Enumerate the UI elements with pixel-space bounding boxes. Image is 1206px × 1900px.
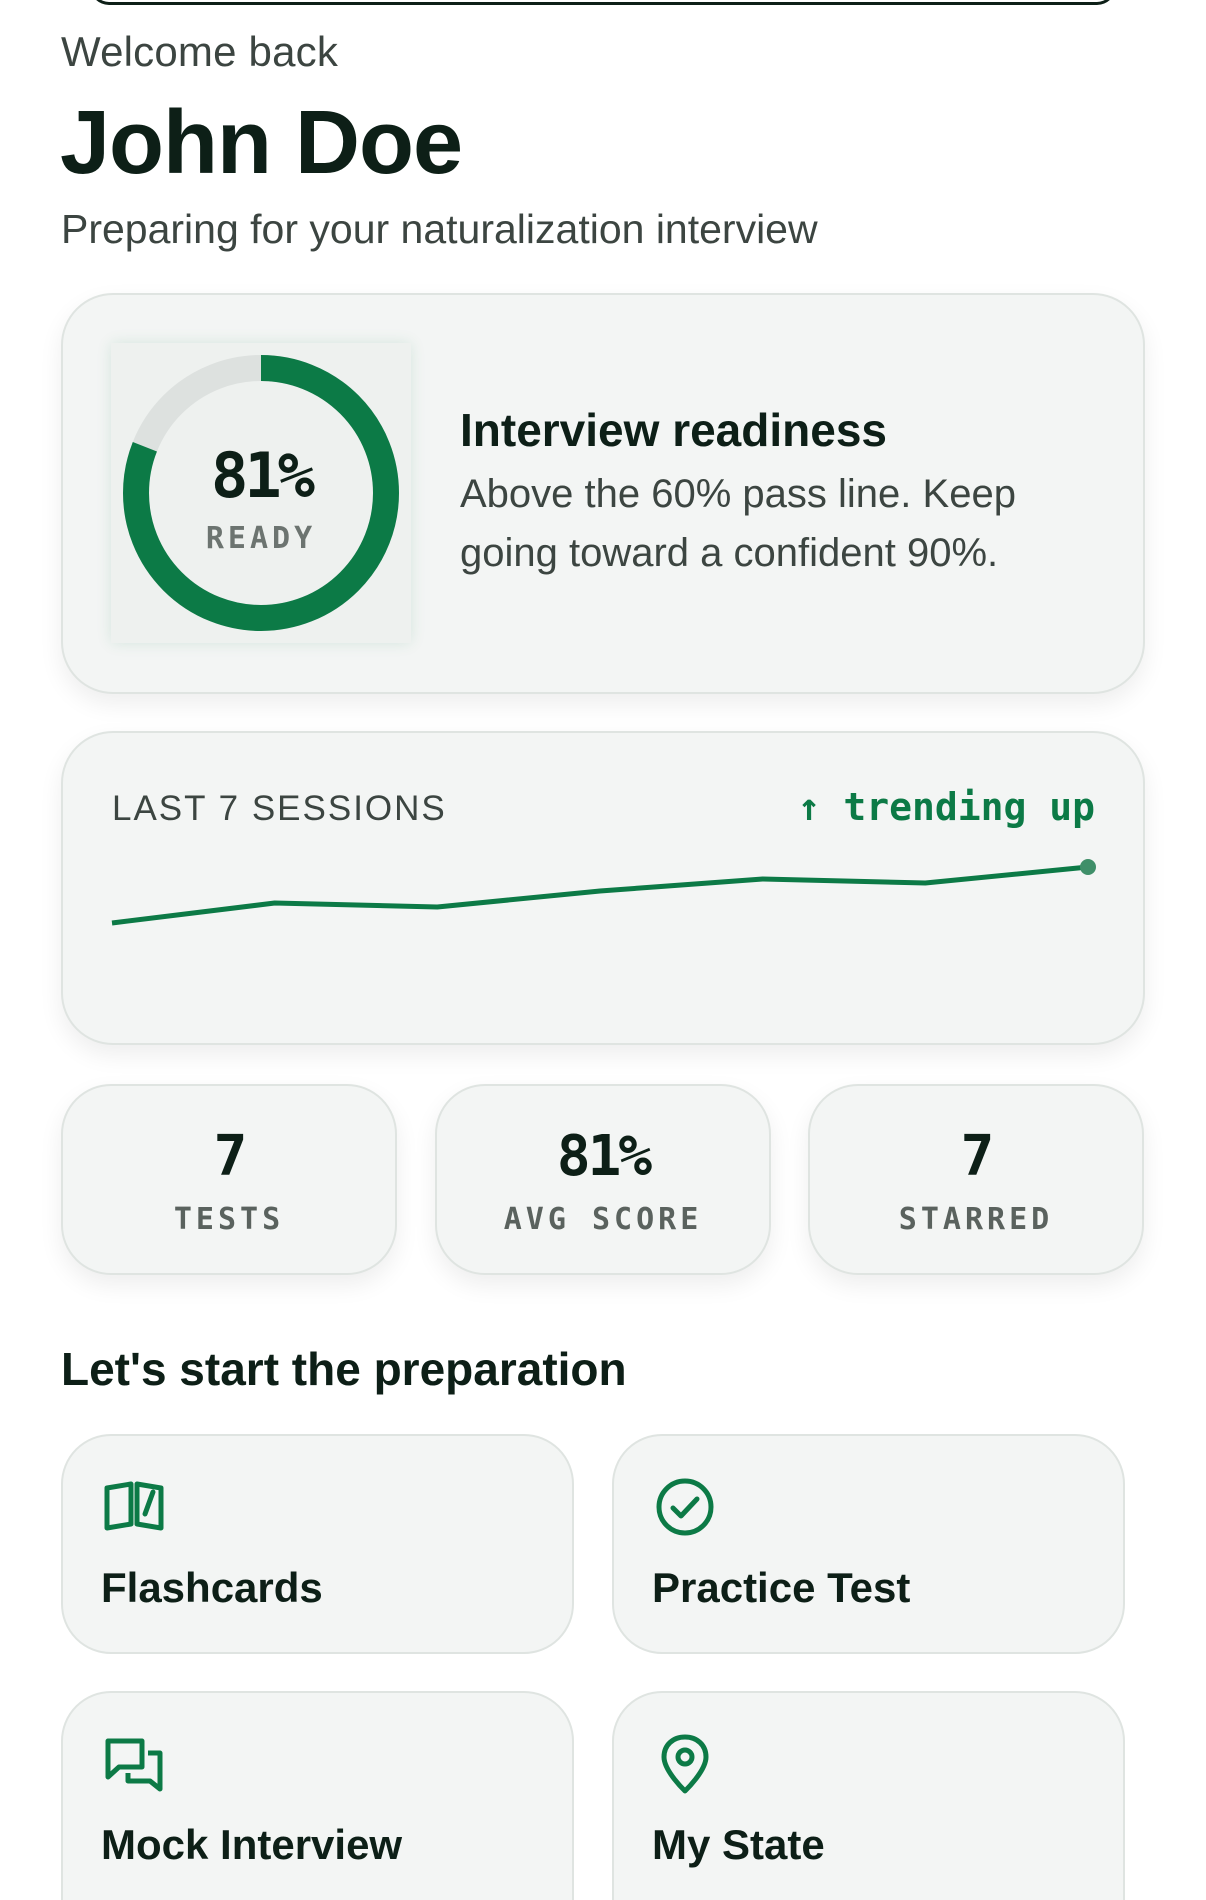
stat-avg-score-label: AVG SCORE [503,1202,703,1237]
stat-starred[interactable]: 7 STARRED [808,1084,1144,1275]
stat-tests-label: TESTS [173,1202,285,1237]
stat-starred-label: STARRED [898,1202,1054,1237]
stat-avg-score[interactable]: 81% AVG SCORE [435,1084,771,1275]
check-circle-icon [656,1478,714,1536]
my-state-button[interactable]: My State [612,1691,1125,1900]
readiness-percent: 81% [211,439,315,512]
practice-test-label: Practice Test [652,1564,911,1611]
user-name: John Doe [60,93,463,193]
welcome-text: Welcome back [61,28,339,75]
section-title: Let's start the preparation [61,1343,627,1395]
book-open-icon [104,1481,164,1531]
mock-interview-button[interactable]: Mock Interview [61,1691,574,1900]
flashcards-label: Flashcards [101,1564,323,1611]
practice-test-button[interactable]: Practice Test [612,1434,1125,1654]
stat-tests-value: 7 [213,1124,248,1189]
sessions-card[interactable]: LAST 7 SESSIONS ↑ trending up [61,731,1145,1045]
home-screen: Welcome back John Doe Preparing for your… [0,0,1206,1900]
stat-starred-value: 7 [960,1124,995,1189]
stat-tests[interactable]: 7 TESTS [61,1084,397,1275]
sparkline-point-7 [1080,859,1096,875]
map-pin-icon [661,1734,709,1794]
sessions-sparkline [111,859,1096,926]
readiness-card[interactable]: 81% READY Interview readiness Above the … [61,293,1145,694]
my-state-label: My State [652,1821,825,1868]
readiness-description: Above the 60% pass line. Keep going towa… [460,472,1016,575]
top-bar-edge [90,0,1116,5]
mock-interview-label: Mock Interview [101,1821,403,1868]
readiness-title: Interview readiness [460,404,887,456]
readiness-ring: 81% READY [111,343,411,643]
stat-avg-score-value: 81% [556,1124,652,1189]
page-subtitle: Preparing for your naturalization interv… [61,206,818,252]
flashcards-button[interactable]: Flashcards [61,1434,574,1654]
sparkline-series [111,864,1089,926]
chat-bubbles-icon [105,1738,163,1792]
readiness-ready-label: READY [205,521,317,556]
